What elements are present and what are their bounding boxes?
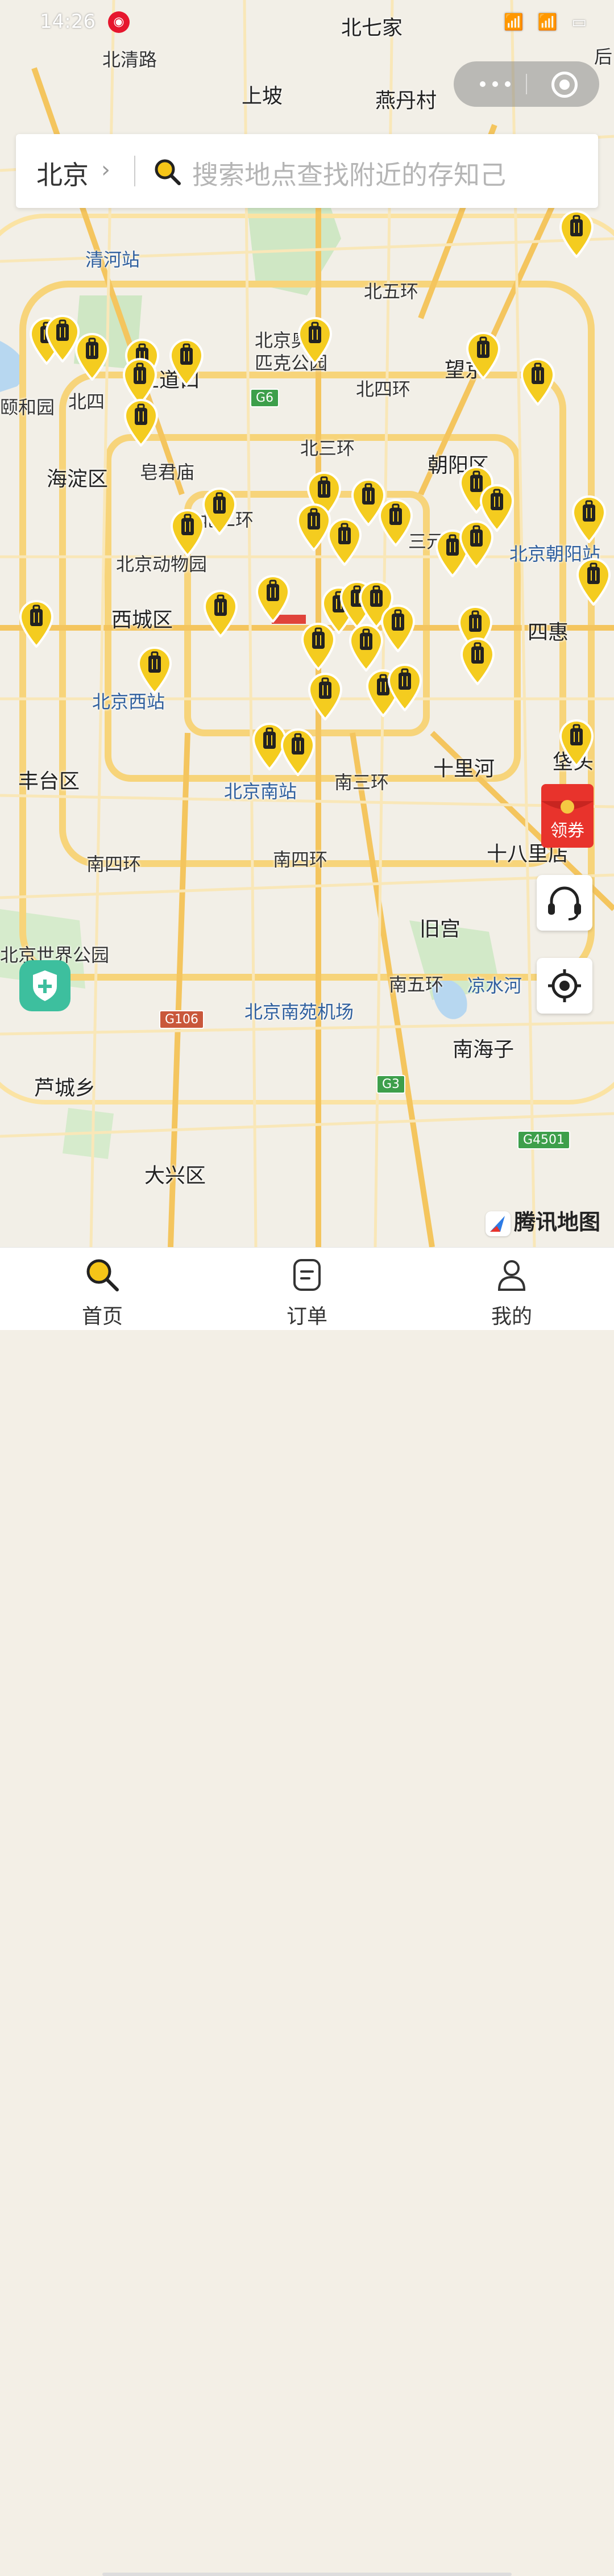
locker-pin-icon[interactable] <box>169 508 206 558</box>
locker-pin-icon[interactable] <box>380 603 416 653</box>
locker-pin-icon[interactable] <box>377 498 414 548</box>
tencent-map-logo: 腾讯地图 <box>486 1204 600 1236</box>
map-label: 四惠 <box>528 621 569 644</box>
map-label: 大兴区 <box>144 1164 206 1187</box>
safety-shield-button[interactable] <box>19 960 70 1011</box>
map-label: 清河站 <box>85 249 140 270</box>
weibo-icon: ◉ <box>108 11 130 33</box>
map-label: 旧宫 <box>420 918 461 941</box>
locker-pin-icon[interactable] <box>458 519 495 569</box>
map-label: 西城区 <box>111 608 173 632</box>
user-icon <box>497 1260 526 1291</box>
map-label: 上坡 <box>242 85 283 108</box>
map-label: 丰台区 <box>18 770 80 793</box>
city-selector[interactable]: 北京 <box>36 155 89 192</box>
locker-pin-icon[interactable] <box>74 332 110 382</box>
locker-pin-icon[interactable] <box>168 337 205 387</box>
map-label: 南三环 <box>334 772 389 793</box>
map-label: 南四环 <box>86 853 142 875</box>
locker-pin-icon[interactable] <box>558 209 595 259</box>
map-label: 北五环 <box>364 281 419 302</box>
bottom-tab-bar: 首页 订单 我的 <box>0 1247 614 2576</box>
tab-home-label: 首页 <box>81 1305 123 1328</box>
locker-pin-icon[interactable] <box>297 316 333 366</box>
search-icon <box>155 159 181 185</box>
close-miniprogram-icon[interactable] <box>551 72 578 98</box>
map-label: 燕丹村 <box>375 89 437 112</box>
map-label: 北京南站 <box>224 781 297 802</box>
headset-icon <box>548 886 581 920</box>
miniprogram-capsule <box>454 61 599 107</box>
road-badge: G4501 <box>517 1131 571 1149</box>
home-indicator <box>102 2573 512 2576</box>
map-label: 南五环 <box>389 974 444 995</box>
locker-pin-icon[interactable] <box>280 727 316 777</box>
map-label: 海淀区 <box>47 468 109 491</box>
status-time: 14:26 <box>40 10 96 33</box>
customer-service-button[interactable] <box>537 875 592 931</box>
shield-icon <box>33 970 57 1001</box>
more-menu-icon[interactable] <box>476 74 522 94</box>
locker-pin-icon[interactable] <box>18 599 55 649</box>
road-badge: G6 <box>250 389 280 407</box>
map-label: 北四环 <box>356 378 411 400</box>
search-icon <box>86 1259 119 1291</box>
locker-pin-icon[interactable] <box>387 662 423 712</box>
map-label: 北三环 <box>300 437 355 459</box>
map-label: 皂君庙 <box>140 461 195 483</box>
map-label: 北京南苑机场 <box>244 1001 354 1023</box>
tab-orders-label: 订单 <box>286 1305 327 1328</box>
map-label: 芦城乡 <box>34 1077 96 1100</box>
locker-pin-icon[interactable] <box>202 589 239 639</box>
locker-pin-icon[interactable] <box>326 517 363 567</box>
road-badge: G3 <box>376 1075 406 1094</box>
locker-pin-icon[interactable] <box>136 645 173 695</box>
tab-profile-label: 我的 <box>491 1305 532 1328</box>
locker-pin-icon[interactable] <box>558 718 595 768</box>
locker-pin-icon[interactable] <box>307 672 343 722</box>
map-label: 后 <box>594 46 613 68</box>
search-bar[interactable]: 北京 › 搜索地点查找附近的存知己 <box>16 134 598 208</box>
chevron-right-icon: › <box>101 157 110 183</box>
status-icons: 📶 📶 ▭ <box>504 12 591 31</box>
road-badge: G106 <box>159 1010 205 1029</box>
locker-pin-icon[interactable] <box>520 357 556 407</box>
locate-me-button[interactable] <box>537 958 592 1014</box>
locate-icon <box>548 969 581 1002</box>
map-label: 北四 <box>68 391 105 412</box>
map-provider-label: 腾讯地图 <box>514 1210 601 1235</box>
locker-pin-icon[interactable] <box>348 623 384 673</box>
tab-orders[interactable]: 订单 <box>250 1248 364 1330</box>
map-label: 北清路 <box>102 49 157 70</box>
locker-pin-icon[interactable] <box>571 494 607 544</box>
red-envelope-icon: 领券 <box>541 784 594 848</box>
locker-pin-icon[interactable] <box>459 636 496 686</box>
coupon-button[interactable]: 领券 <box>538 778 600 852</box>
locker-pin-icon[interactable] <box>465 331 501 381</box>
tab-profile[interactable]: 我的 <box>455 1248 569 1330</box>
locker-pin-icon[interactable] <box>255 574 291 624</box>
tab-home[interactable]: 首页 <box>45 1248 159 1330</box>
order-icon <box>293 1259 321 1291</box>
coupon-label: 领券 <box>550 821 584 841</box>
locker-pin-icon[interactable] <box>123 398 159 448</box>
status-bar: 14:26 ◉ 📶 📶 ▭ <box>0 0 614 45</box>
locker-pin-icon[interactable] <box>300 622 337 672</box>
locker-pin-icon[interactable] <box>575 557 612 607</box>
search-input[interactable]: 搜索地点查找附近的存知己 <box>192 155 506 192</box>
map-label: 十里河 <box>433 757 495 781</box>
map-label: 南海子 <box>453 1038 515 1061</box>
tencent-map-logo-icon <box>486 1211 511 1236</box>
locker-pin-icon[interactable] <box>201 486 238 536</box>
map-label: 凉水河 <box>467 975 522 997</box>
map-label: 颐和园 <box>0 397 55 418</box>
map-label: 南四环 <box>273 849 328 870</box>
